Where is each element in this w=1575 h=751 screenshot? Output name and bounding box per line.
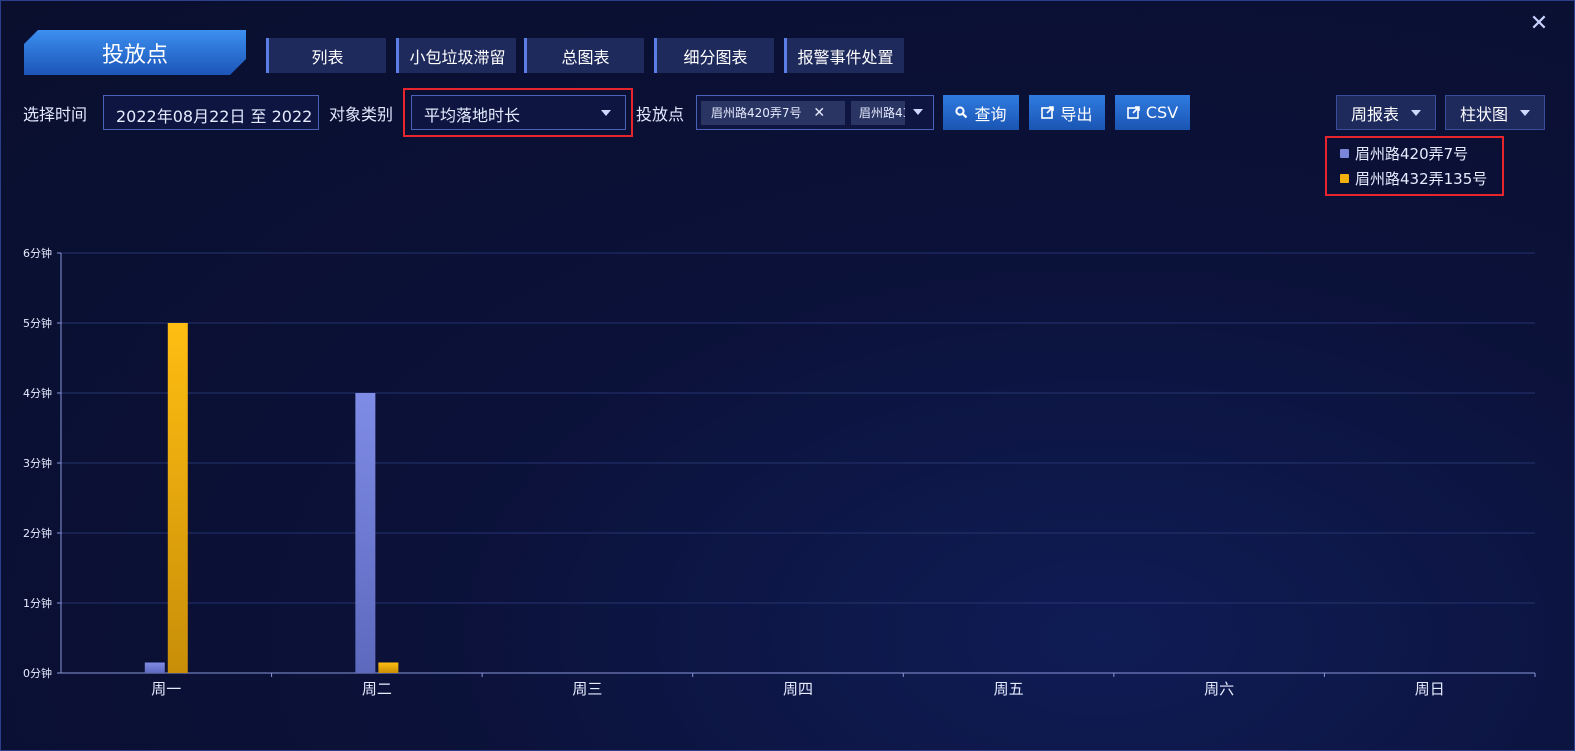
external-link-icon (1127, 106, 1140, 119)
type-highlight-box (403, 88, 633, 137)
export-button-label: 导出 (1060, 104, 1093, 124)
report-period-select[interactable]: 周报表 (1336, 95, 1436, 130)
tab-list[interactable]: 列表 (266, 38, 386, 73)
date-range-input[interactable]: 2022年08月22日 至 2022 (103, 95, 319, 130)
legend-label: 眉州路420弄7号 (1355, 145, 1469, 163)
chevron-down-icon (913, 109, 923, 115)
chevron-down-icon (1411, 110, 1421, 116)
report-period-value: 周报表 (1351, 104, 1400, 124)
legend-item[interactable]: 眉州路420弄7号 (1340, 143, 1468, 164)
close-icon[interactable]: ✕ (1529, 12, 1549, 36)
point-chip-label: 眉州路420弄7号 (711, 106, 802, 120)
legend-swatch (1340, 149, 1349, 158)
point-chip-label: 眉州路432弄135号 (859, 106, 905, 120)
tab-detail-chart[interactable]: 细分图表 (654, 38, 774, 73)
chart-type-value: 柱状图 (1460, 104, 1509, 124)
export-button[interactable]: 导出 (1029, 95, 1105, 130)
query-button-label: 查询 (974, 104, 1007, 124)
point-chip: 眉州路432弄135号 (851, 101, 905, 125)
query-button[interactable]: 查询 (943, 95, 1019, 130)
legend-item[interactable]: 眉州路432弄135号 (1340, 168, 1487, 189)
point-chip: 眉州路420弄7号 ✕ (701, 101, 845, 125)
chevron-down-icon (1520, 110, 1530, 116)
close-icon[interactable]: ✕ (813, 105, 825, 121)
legend-swatch (1340, 174, 1349, 183)
point-label: 投放点 (636, 105, 685, 124)
legend-label: 眉州路432弄135号 (1355, 170, 1488, 188)
csv-button[interactable]: CSV (1115, 95, 1190, 130)
date-range-value: 2022年08月22日 至 2022 (116, 107, 313, 126)
tab-alarm-handling[interactable]: 报警事件处置 (784, 38, 904, 73)
chart-type-select[interactable]: 柱状图 (1445, 95, 1545, 130)
external-link-icon (1041, 106, 1055, 119)
tab-small-bag-retention[interactable]: 小包垃圾滞留 (396, 38, 516, 73)
csv-button-label: CSV (1145, 103, 1179, 122)
type-label: 对象类别 (329, 105, 394, 124)
search-icon (955, 106, 968, 119)
page-title: 投放点 (24, 30, 246, 75)
tab-overall-chart[interactable]: 总图表 (524, 38, 644, 73)
time-label: 选择时间 (23, 105, 88, 124)
